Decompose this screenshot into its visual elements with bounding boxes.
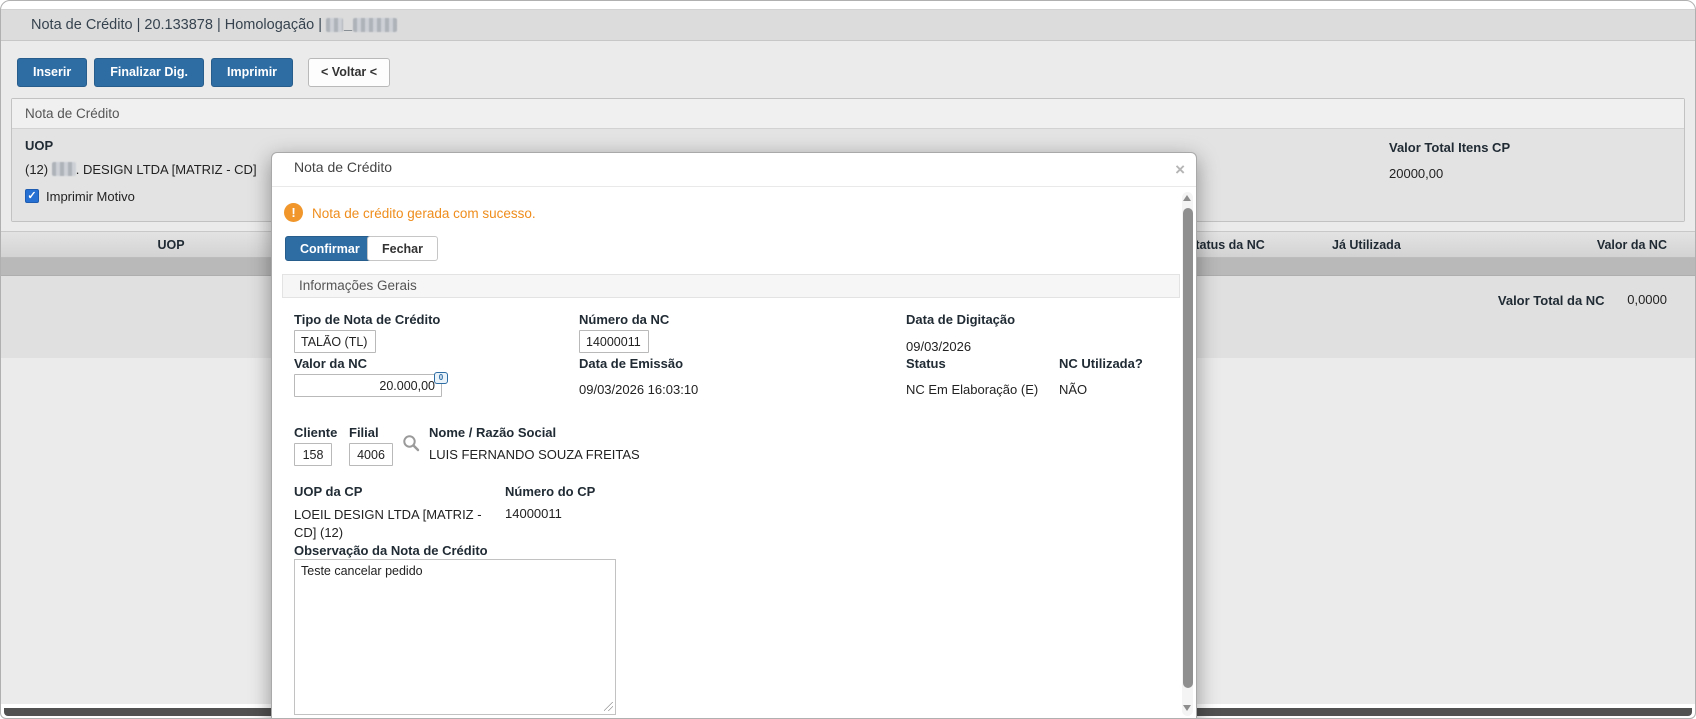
status-value: NC Em Elaboração (E) — [906, 382, 1038, 397]
status-label: Status — [906, 356, 946, 371]
section-title: Informações Gerais — [299, 278, 417, 293]
valor-total-nc-label: Valor Total da NC — [1493, 292, 1609, 358]
observacao-label: Observação da Nota de Crédito — [294, 543, 488, 558]
imprimir-motivo-label: Imprimir Motivo — [46, 189, 135, 204]
data-emissao-value: 09/03/2026 16:03:10 — [579, 382, 698, 397]
success-message: Nota de crédito gerada com sucesso. — [312, 206, 536, 221]
razao-social-value: LUIS FERNANDO SOUZA FREITAS — [429, 447, 640, 462]
redacted-username-part — [353, 18, 397, 32]
voltar-button[interactable]: < Voltar < — [308, 58, 390, 87]
nota-credito-modal: Nota de Crédito × ! Nota de crédito gera… — [271, 152, 1197, 719]
filial-label: Filial — [349, 425, 379, 440]
observacao-textarea[interactable]: Teste cancelar pedido — [294, 559, 616, 715]
inserir-button[interactable]: Inserir — [17, 58, 87, 87]
numero-cp-value: 14000011 — [505, 506, 562, 521]
nc-utilizada-value: NÃO — [1059, 382, 1087, 397]
valor-total-itens-value: 20000,00 — [1389, 166, 1510, 181]
main-area: Inserir Finalizar Dig. Imprimir < Voltar… — [1, 41, 1695, 704]
warning-icon: ! — [284, 203, 303, 222]
valor-nc-input[interactable] — [294, 374, 442, 397]
data-digitacao-label: Data de Digitação — [906, 312, 1015, 327]
tipo-nc-input[interactable] — [294, 330, 376, 353]
nc-utilizada-label: NC Utilizada? — [1059, 356, 1143, 371]
col-valor-nc: Valor da NC — [1597, 238, 1667, 252]
close-icon[interactable]: × — [1175, 160, 1185, 180]
cliente-input[interactable] — [294, 443, 332, 466]
uop-cp-value: LOEIL DESIGN LTDA [MATRIZ - CD] (12) — [294, 506, 499, 542]
vertical-scrollbar-thumb[interactable] — [1183, 208, 1193, 688]
redacted-company-part — [52, 162, 76, 176]
filial-input[interactable] — [349, 443, 393, 466]
panel-title: Nota de Crédito — [12, 99, 1684, 129]
razao-social-label: Nome / Razão Social — [429, 425, 556, 440]
app-window: Nota de Crédito | 20.133878 | Homologaçã… — [0, 0, 1696, 719]
finalizar-dig-button[interactable]: Finalizar Dig. — [94, 58, 204, 87]
search-icon[interactable] — [402, 434, 420, 452]
cliente-label: Cliente — [294, 425, 337, 440]
uop-cp-label: UOP da CP — [294, 484, 362, 499]
confirmar-button[interactable]: Confirmar — [285, 236, 375, 261]
divider — [272, 186, 1196, 187]
numero-nc-label: Número da NC — [579, 312, 669, 327]
modal-title: Nota de Crédito — [294, 159, 392, 175]
toolbar: Inserir Finalizar Dig. Imprimir < Voltar… — [1, 41, 1695, 87]
money-icon[interactable]: 0 — [434, 372, 448, 384]
col-ja-utilizada: Já Utilizada — [1332, 238, 1401, 252]
redacted-username-part — [326, 18, 343, 32]
redacted-username-separator: _ — [344, 17, 352, 33]
imprimir-motivo-checkbox[interactable]: ✓ — [25, 189, 39, 203]
fechar-button[interactable]: Fechar — [367, 236, 438, 261]
col-status-nc: Status da NC — [1187, 238, 1265, 252]
valor-total-itens-block: Valor Total Itens CP 20000,00 — [1389, 140, 1510, 181]
numero-nc-input[interactable] — [579, 330, 649, 353]
scroll-up-icon[interactable] — [1183, 195, 1191, 201]
valor-total-itens-label: Valor Total Itens CP — [1389, 140, 1510, 155]
data-emissao-label: Data de Emissão — [579, 356, 683, 371]
textarea-resize-handle[interactable] — [604, 702, 613, 711]
valor-total-nc-value: 0,0000 — [1627, 292, 1667, 358]
page-title: Nota de Crédito | 20.133878 | Homologaçã… — [31, 17, 322, 33]
numero-cp-label: Número do CP — [505, 484, 595, 499]
tipo-nc-label: Tipo de Nota de Crédito — [294, 312, 440, 327]
valor-nc-label: Valor da NC — [294, 356, 367, 371]
col-uop: UOP — [121, 238, 221, 252]
scroll-down-icon[interactable] — [1183, 705, 1191, 711]
imprimir-button[interactable]: Imprimir — [211, 58, 293, 87]
data-digitacao-value: 09/03/2026 — [906, 339, 971, 354]
breadcrumb: Nota de Crédito | 20.133878 | Homologaçã… — [1, 9, 1695, 41]
